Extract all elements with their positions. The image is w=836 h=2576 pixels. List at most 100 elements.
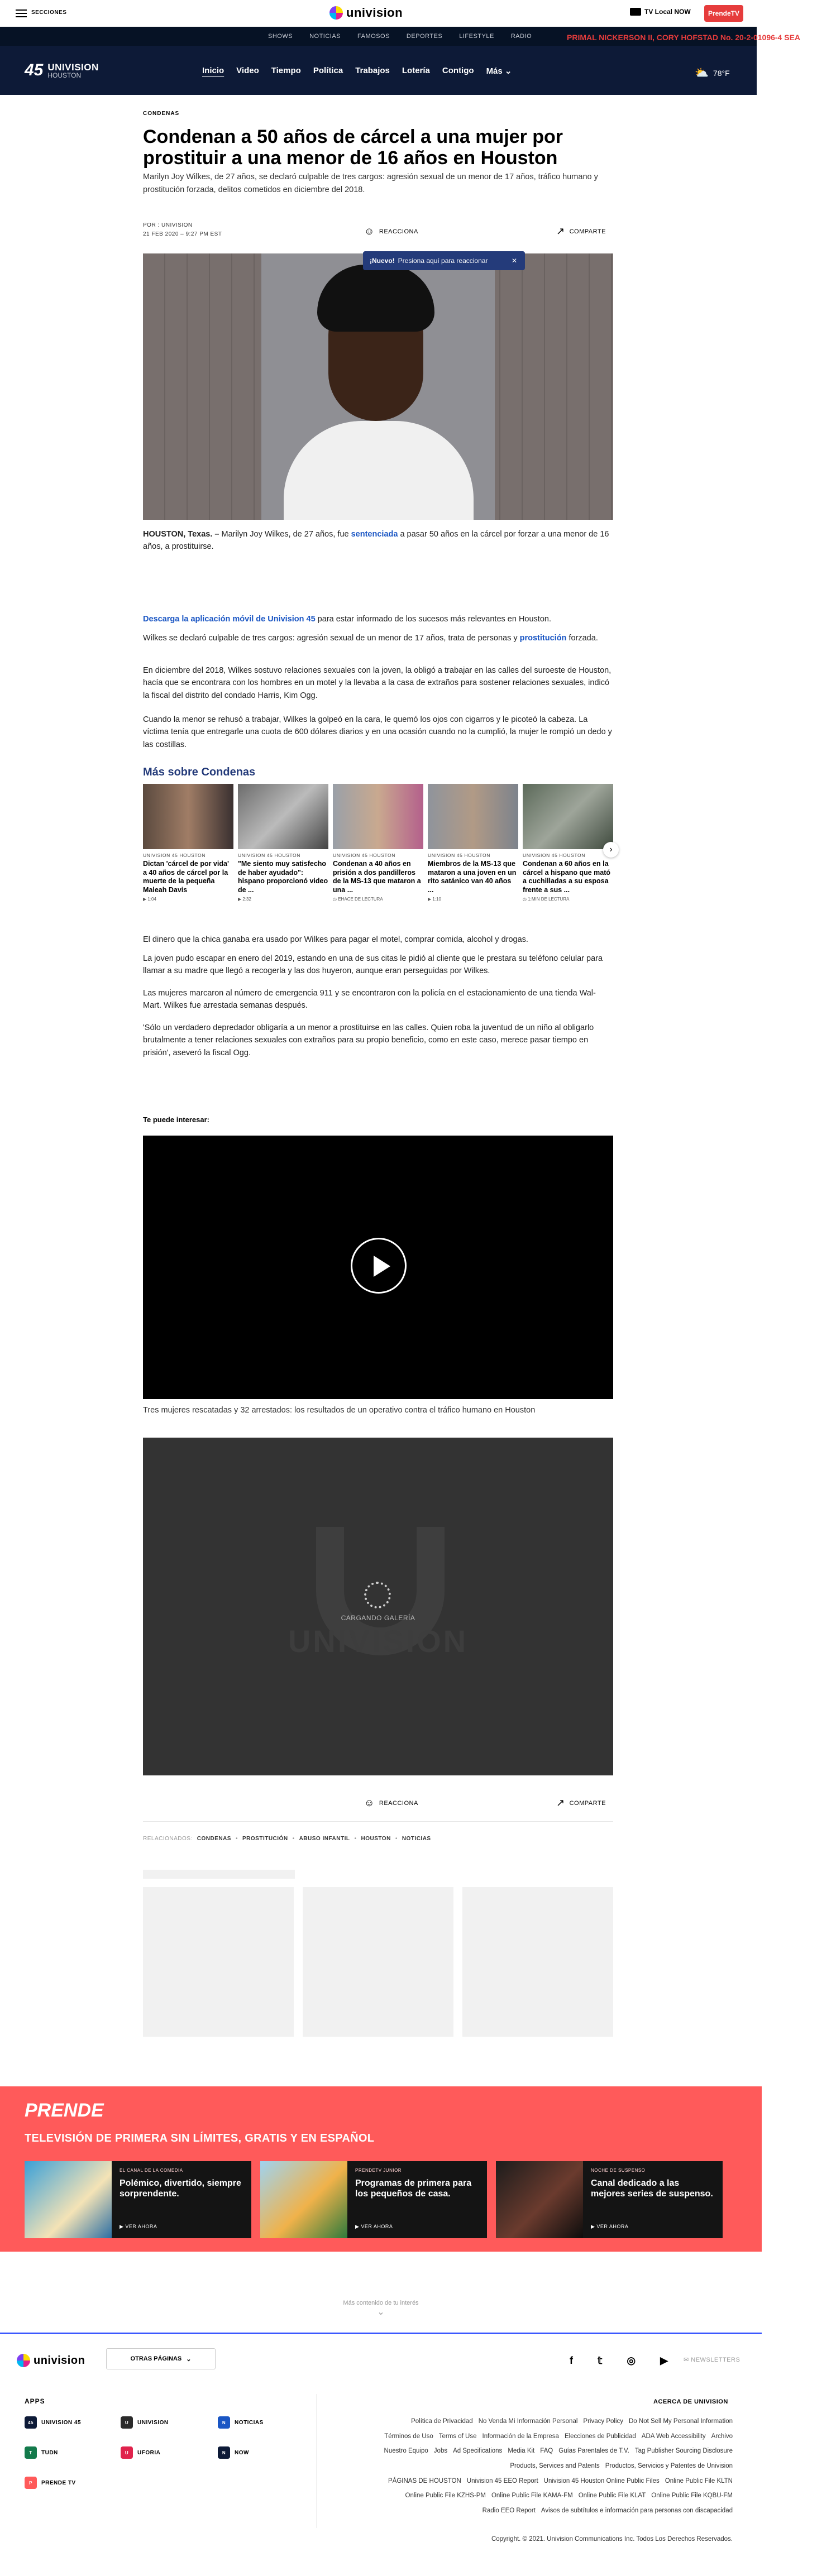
- reaction-icon: ☺: [364, 1797, 375, 1808]
- weather-widget[interactable]: ⛅ 78°F: [695, 66, 730, 80]
- react-button[interactable]: ☺ REACCIONA: [364, 226, 418, 237]
- share-button[interactable]: ↗ COMPARTE: [556, 226, 606, 237]
- app-now[interactable]: N NOW: [218, 2446, 249, 2459]
- footer-link[interactable]: Avisos de subtítulos e información para …: [541, 2507, 733, 2514]
- tag-houston[interactable]: HOUSTON: [361, 1836, 390, 1842]
- nav-item-noticias[interactable]: NOTICIAS: [309, 33, 341, 40]
- related-card[interactable]: UNIVISION 45 HOUSTON Dictan 'cárcel de p…: [143, 784, 233, 918]
- close-icon[interactable]: ✕: [512, 257, 517, 265]
- reaction-tooltip[interactable]: ¡Nuevo! Presiona aquí para reaccionar ✕: [363, 251, 525, 270]
- footer-link[interactable]: ADA Web Accessibility: [642, 2433, 706, 2440]
- footer-link[interactable]: Nuestro Equipo: [384, 2448, 428, 2454]
- menu-item-trabajos[interactable]: Trabajos: [355, 66, 390, 76]
- prende-card[interactable]: NOCHE DE SUSPENSO Canal dedicado a las m…: [496, 2161, 723, 2238]
- footer-link[interactable]: Términos de Uso: [384, 2433, 433, 2440]
- tag-noticias[interactable]: NOTICIAS: [402, 1836, 431, 1842]
- footer-link[interactable]: Terms of Use: [439, 2433, 477, 2440]
- prende-tv-button[interactable]: PrendeTV: [704, 5, 743, 22]
- footer-link[interactable]: Online Public File KQBU-FM: [651, 2492, 733, 2499]
- footer-link[interactable]: Productos, Servicios y Patentes de Univi…: [605, 2463, 733, 2469]
- footer-link[interactable]: Elecciones de Publicidad: [565, 2433, 636, 2440]
- nav-item-lifestyle[interactable]: LIFESTYLE: [459, 33, 494, 40]
- footer-link[interactable]: Online Public File KLTN: [665, 2478, 733, 2484]
- article-kicker[interactable]: CONDENAS: [143, 111, 179, 117]
- footer-link[interactable]: Privacy Policy: [583, 2418, 623, 2425]
- footer-link[interactable]: Univision 45 EEO Report: [467, 2478, 538, 2484]
- app-prende-tv[interactable]: P PRENDE TV: [25, 2477, 76, 2489]
- footer-link[interactable]: Online Public File KZHS-PM: [405, 2492, 486, 2499]
- prende-card[interactable]: EL CANAL DE LA COMEDIA Polémico, diverti…: [25, 2161, 251, 2238]
- youtube-icon[interactable]: ▶: [660, 2355, 668, 2367]
- footer-link[interactable]: Guías Parentales de T.V.: [558, 2448, 629, 2454]
- footer-link[interactable]: Online Public File KLAT: [579, 2492, 646, 2499]
- menu-item-contigo[interactable]: Contigo: [442, 66, 474, 76]
- related-card[interactable]: UNIVISION 45 HOUSTON Miembros de la MS-1…: [428, 784, 518, 918]
- tag-abuso-infantil[interactable]: ABUSO INFANTIL: [299, 1836, 350, 1842]
- footer-link[interactable]: Jobs: [434, 2448, 447, 2454]
- video-caption[interactable]: Tres mujeres rescatadas y 32 arrestados:…: [143, 1406, 535, 1415]
- other-pages-dropdown[interactable]: OTRAS PÁGINAS ⌄: [106, 2348, 216, 2369]
- menu-item-video[interactable]: Video: [236, 66, 259, 76]
- station-logo[interactable]: 45 UNIVISION HOUSTON: [25, 61, 99, 80]
- app-univision[interactable]: U UNIVISION: [121, 2416, 169, 2429]
- footer-link[interactable]: No Venda Mi Información Personal: [479, 2418, 578, 2425]
- related-card[interactable]: UNIVISION 45 HOUSTON Condenan a 40 años …: [333, 784, 423, 918]
- watch-now[interactable]: ▶ VER AHORA: [355, 2224, 393, 2230]
- footer-link[interactable]: Información de la Empresa: [483, 2433, 559, 2440]
- app-download-link[interactable]: Descarga la aplicación móvil de Univisio…: [143, 615, 316, 624]
- app-univision-45[interactable]: 45 UNIVISION 45: [25, 2416, 81, 2429]
- footer-link[interactable]: Ad Specifications: [453, 2448, 502, 2454]
- sections-label[interactable]: SECCIONES: [31, 9, 66, 16]
- paragraph-7: Las mujeres marcaron al número de emerge…: [143, 989, 596, 1011]
- instagram-icon[interactable]: ◎: [627, 2355, 636, 2367]
- menu-item-inicio[interactable]: Inicio: [202, 66, 224, 76]
- chevron-down-icon[interactable]: ⌄: [0, 2306, 762, 2318]
- share-button-bottom[interactable]: ↗ COMPARTE: [556, 1797, 606, 1809]
- twitter-icon[interactable]: 𝕥: [598, 2355, 602, 2367]
- footer-logo[interactable]: univision: [17, 2354, 85, 2367]
- related-title[interactable]: Más sobre Condenas: [143, 766, 255, 779]
- footer-link[interactable]: FAQ: [540, 2448, 553, 2454]
- watch-now[interactable]: ▶ VER AHORA: [120, 2224, 157, 2230]
- tv-local-now-link[interactable]: TV Local NOW: [630, 8, 691, 16]
- nav-item-famosos[interactable]: FAMOSOS: [357, 33, 390, 40]
- watch-now[interactable]: ▶ VER AHORA: [591, 2224, 628, 2230]
- play-icon[interactable]: [351, 1238, 407, 1294]
- prostitucion-link[interactable]: prostitución: [520, 634, 567, 643]
- univision-logo[interactable]: univision: [329, 6, 403, 20]
- prende-card[interactable]: PRENDETV JUNIOR Programas de primera par…: [260, 2161, 487, 2238]
- prende-logo[interactable]: PRENDE: [25, 2100, 104, 2122]
- menu-item-politica[interactable]: Política: [313, 66, 343, 76]
- footer-link[interactable]: PÁGINAS DE HOUSTON: [388, 2478, 461, 2484]
- react-button-bottom[interactable]: ☺ REACCIONA: [364, 1797, 418, 1809]
- footer-link[interactable]: Tag Publisher Sourcing Disclosure: [635, 2448, 733, 2454]
- footer-link[interactable]: Archivo: [711, 2433, 733, 2440]
- nav-item-deportes[interactable]: DEPORTES: [407, 33, 442, 40]
- app-tudn[interactable]: T TUDN: [25, 2446, 58, 2459]
- nav-item-radio[interactable]: RADIO: [511, 33, 532, 40]
- related-card[interactable]: UNIVISION 45 HOUSTON Condenan a 60 años …: [523, 784, 613, 918]
- menu-item-loteria[interactable]: Lotería: [402, 66, 430, 76]
- facebook-icon[interactable]: f: [570, 2355, 573, 2367]
- partly-cloudy-icon: ⛅: [695, 67, 709, 79]
- tag-prostitucion[interactable]: PROSTITUCIÓN: [242, 1836, 288, 1842]
- app-uforia[interactable]: U UFORIA: [121, 2446, 160, 2459]
- footer-link[interactable]: Radio EEO Report: [483, 2507, 536, 2514]
- menu-icon[interactable]: [16, 9, 27, 17]
- footer-link[interactable]: Política de Privacidad: [411, 2418, 473, 2425]
- carousel-next-icon[interactable]: ›: [603, 842, 619, 858]
- footer-link[interactable]: Media Kit: [508, 2448, 534, 2454]
- footer-link[interactable]: Univision 45 Houston Online Public Files: [544, 2478, 660, 2484]
- related-card[interactable]: UNIVISION 45 HOUSTON "Me siento muy sati…: [238, 784, 328, 918]
- footer-link[interactable]: Do Not Sell My Personal Information: [629, 2418, 733, 2425]
- tag-condenas[interactable]: CONDENAS: [197, 1836, 231, 1842]
- footer-link[interactable]: Products, Services and Patents: [510, 2463, 599, 2469]
- menu-item-mas[interactable]: Más ⌄: [486, 66, 512, 76]
- sentenciada-link[interactable]: sentenciada: [351, 530, 398, 539]
- menu-item-tiempo[interactable]: Tiempo: [271, 66, 301, 76]
- app-noticias[interactable]: N NOTICIAS: [218, 2416, 264, 2429]
- nav-item-shows[interactable]: SHOWS: [268, 33, 293, 40]
- ticker-text[interactable]: PRIMAL NICKERSON II, CORY HOFSTAD No. 20…: [567, 33, 800, 42]
- footer-link[interactable]: Online Public File KAMA-FM: [491, 2492, 573, 2499]
- newsletter-link[interactable]: ✉ NEWSLETTERS: [684, 2356, 740, 2363]
